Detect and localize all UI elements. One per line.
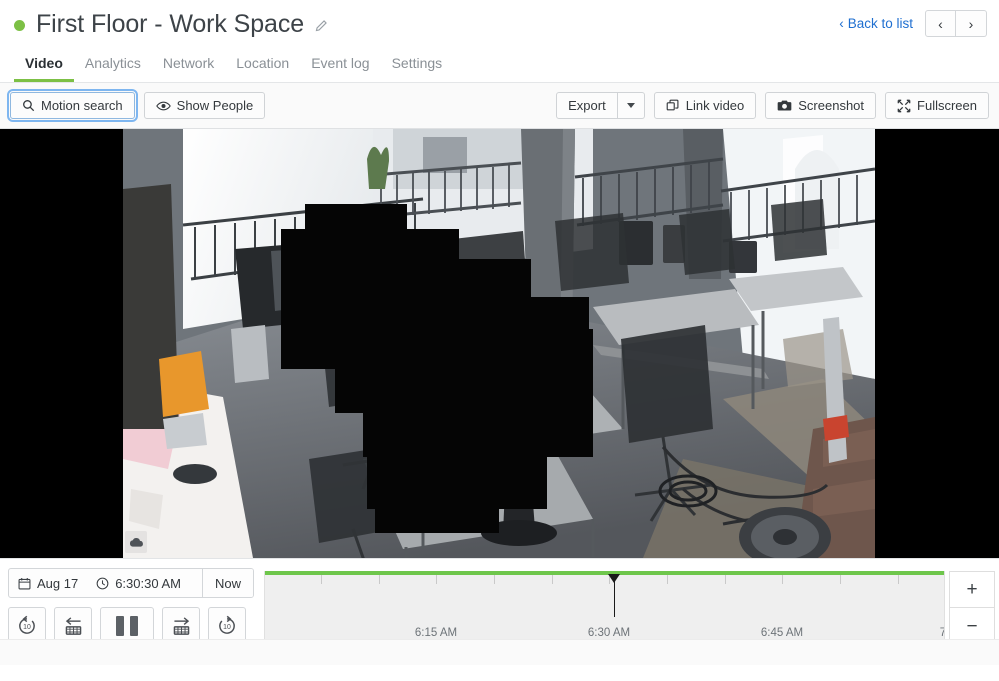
- screenshot-button[interactable]: Screenshot: [765, 92, 877, 119]
- camera-feed-image: [123, 129, 875, 558]
- video-player[interactable]: [0, 129, 999, 558]
- timeline-tick: [321, 575, 322, 584]
- toolbar-right-group: Export Link video Screenshot Fullscreen: [556, 92, 989, 119]
- playback-bar: Aug 17 6:30:30 AM Now 10 10 6:15 AM 6:30…: [0, 558, 999, 665]
- tab-analytics[interactable]: Analytics: [74, 56, 152, 82]
- chevron-down-icon: [626, 103, 635, 108]
- now-button[interactable]: Now: [201, 569, 253, 597]
- tab-event-log[interactable]: Event log: [300, 56, 380, 82]
- datetime-selector: Aug 17 6:30:30 AM Now: [8, 568, 254, 598]
- svg-text:10: 10: [23, 624, 31, 631]
- show-people-button[interactable]: Show People: [143, 92, 266, 119]
- export-split-button: Export: [556, 92, 645, 119]
- timeline-time-label: 6:15 AM: [414, 627, 458, 639]
- search-icon: [22, 99, 35, 112]
- pencil-icon[interactable]: [314, 19, 328, 33]
- export-dropdown-button[interactable]: [617, 92, 645, 119]
- timeline-zoom-in-button[interactable]: +: [949, 571, 995, 608]
- motion-search-button[interactable]: Motion search: [7, 89, 138, 122]
- camera-icon: [777, 99, 792, 112]
- copy-link-icon: [666, 99, 680, 113]
- toolbar-left-group: Motion search Show People: [7, 89, 266, 122]
- motion-search-label: Motion search: [41, 98, 123, 113]
- pause-bar-right: [130, 616, 138, 636]
- export-button[interactable]: Export: [556, 92, 618, 119]
- clock-icon: [96, 577, 109, 590]
- tab-settings[interactable]: Settings: [381, 56, 454, 82]
- tab-location[interactable]: Location: [225, 56, 300, 82]
- previous-camera-button[interactable]: ‹: [925, 10, 956, 37]
- link-video-button[interactable]: Link video: [653, 92, 757, 119]
- header-actions: ‹ Back to list ‹ ›: [839, 10, 987, 37]
- timeline-tick: [494, 575, 495, 584]
- camera-status-dot: [14, 20, 25, 31]
- svg-text:10: 10: [223, 624, 231, 631]
- timeline-time-label: 6:45 AM: [760, 627, 804, 639]
- chevron-left-icon: ‹: [839, 16, 844, 31]
- record-pager: ‹ ›: [925, 10, 987, 37]
- timeline-tick: [379, 575, 380, 584]
- window-footer: [0, 639, 999, 665]
- date-picker[interactable]: Aug 17 6:30:30 AM: [9, 569, 202, 597]
- timeline-tick: [436, 575, 437, 584]
- tab-video[interactable]: Video: [14, 56, 74, 82]
- eye-icon: [155, 100, 171, 112]
- back-to-list-link[interactable]: ‹ Back to list: [839, 16, 913, 31]
- timeline-time-label: 6:30 AM: [587, 627, 631, 639]
- recording-availability-bar: [265, 571, 944, 575]
- pause-bar-left: [116, 616, 124, 636]
- timeline-tick: [840, 575, 841, 584]
- timeline-playhead[interactable]: [608, 574, 620, 617]
- fullscreen-label: Fullscreen: [917, 98, 977, 113]
- page-header: First Floor - Work Space ‹ Back to list …: [0, 0, 999, 48]
- calendar-icon: [18, 577, 31, 590]
- timeline-tick: [782, 575, 783, 584]
- screenshot-label: Screenshot: [798, 98, 865, 113]
- timeline-tick: [725, 575, 726, 584]
- next-camera-button[interactable]: ›: [956, 10, 987, 37]
- link-video-label: Link video: [685, 98, 745, 113]
- timeline-tick: [898, 575, 899, 584]
- video-frame[interactable]: [123, 129, 875, 558]
- show-people-label: Show People: [176, 98, 254, 113]
- video-toolbar: Motion search Show People Export Link vi…: [0, 83, 999, 129]
- cloud-icon[interactable]: [125, 531, 147, 553]
- time-value: 6:30:30 AM: [115, 575, 181, 591]
- fullscreen-button[interactable]: Fullscreen: [885, 92, 989, 119]
- date-value: Aug 17: [37, 575, 79, 591]
- tab-bar: Video Analytics Network Location Event l…: [0, 48, 999, 83]
- timeline-time-label: 7:00: [940, 627, 944, 639]
- tab-network[interactable]: Network: [152, 56, 225, 82]
- timeline-tick: [667, 575, 668, 584]
- back-to-list-label: Back to list: [847, 16, 913, 31]
- fullscreen-icon: [897, 99, 911, 113]
- timeline-tick: [552, 575, 553, 584]
- timeline-zoom-controls: + −: [949, 571, 995, 645]
- page-title: First Floor - Work Space: [36, 9, 305, 38]
